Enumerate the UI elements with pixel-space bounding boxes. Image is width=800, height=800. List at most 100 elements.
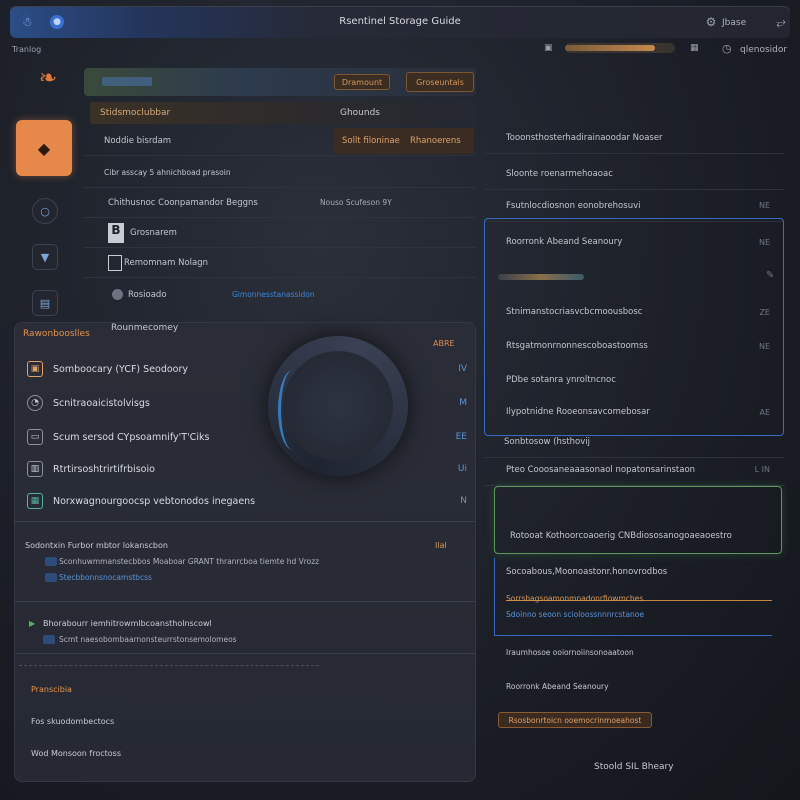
main-panel: Dramount Groseuntals Stidsmoclubbar Ghou… bbox=[84, 62, 476, 312]
page-icon bbox=[108, 255, 122, 271]
section-badge: Ilal bbox=[435, 541, 447, 550]
item-label: Scnitraoaicistolvisgs bbox=[53, 397, 150, 409]
divider bbox=[15, 521, 475, 522]
home-button[interactable]: ◆ bbox=[16, 120, 72, 176]
item-label: Rtsgatmonrnonnescoboastoomss bbox=[506, 341, 648, 351]
user-name[interactable]: Jbase bbox=[722, 18, 746, 28]
clock-icon[interactable]: ◷ bbox=[722, 42, 732, 55]
edit-icon[interactable]: ✎ bbox=[766, 270, 774, 281]
list-item[interactable]: Rotooat Kothoorcoaoerig CNBdiososanogoae… bbox=[488, 520, 788, 552]
item-label: Ilypotnidne Rooeonsavcomebosar bbox=[506, 407, 650, 417]
main-header: Dramount Groseuntals bbox=[84, 68, 476, 96]
folder-button-icon[interactable]: ▤ bbox=[32, 290, 58, 316]
row-extra: Nouso Scufeson 9Y bbox=[320, 198, 392, 207]
bird-icon: ◆ bbox=[37, 138, 51, 158]
list-item[interactable]: Sloonte roenarmehoaoac bbox=[484, 158, 784, 190]
check-icon: ▶ bbox=[29, 619, 36, 628]
share-icon[interactable]: ⥂ bbox=[774, 15, 788, 29]
row-label: Noddie bisrdam bbox=[104, 135, 172, 146]
list-item[interactable]: ▥ Rtrtirsoshtrirtifrbisoio Ui bbox=[27, 453, 467, 485]
profile-icon[interactable]: ○ bbox=[32, 198, 58, 224]
shield-icon[interactable]: ▼ bbox=[32, 244, 58, 270]
item-label: Roorronk Abeand Seanoury bbox=[506, 681, 609, 691]
left-rail: ❧ ◆ ○ ▼ ▤ bbox=[12, 62, 80, 322]
apply-button[interactable]: Rsosbonrtoicn ooemocrinmoeahost bbox=[498, 712, 652, 728]
avatar bbox=[112, 289, 123, 300]
divider bbox=[15, 653, 475, 654]
account-label[interactable]: qlenosidor bbox=[740, 45, 787, 55]
chip-icon: ▣ bbox=[27, 361, 43, 377]
tool-icon bbox=[498, 274, 584, 280]
ring-accent bbox=[278, 370, 308, 450]
table-header: Stidsmoclubbar Ghounds bbox=[90, 102, 476, 124]
section-title: Sodontxin Furbor mbtor lokanscbon bbox=[25, 541, 168, 550]
list-item[interactable]: Roorronk Abeand Seanoury bbox=[484, 670, 784, 702]
card-badge: ABRE bbox=[433, 339, 455, 348]
item-value: ZE bbox=[759, 307, 770, 317]
list-item[interactable]: Tooonsthosterhadirainaoodar Noaser bbox=[484, 122, 784, 154]
folder-icon[interactable]: ▣ bbox=[544, 43, 553, 53]
item-value: IV bbox=[458, 364, 467, 374]
list-item[interactable]: Stnimanstocriasvcbcmoousbosc ZE bbox=[484, 296, 784, 328]
list-item[interactable]: Pteo Cooosaneaaasonaol nopatonsarinstaon… bbox=[484, 454, 784, 486]
item-value: NE bbox=[758, 201, 770, 210]
menu-label[interactable]: Tranlog bbox=[12, 45, 41, 54]
table-row[interactable]: Rosioado Gimonnesstanassidon bbox=[84, 280, 476, 310]
list-item[interactable]: Iraumhosoe ooiornoiinsonoaatoon bbox=[484, 636, 784, 668]
item-value: NE bbox=[758, 341, 770, 351]
row-label: Chithusnoc Coonpamandor Beggns bbox=[108, 197, 258, 208]
info-icon bbox=[45, 573, 57, 582]
divider bbox=[15, 601, 475, 602]
item-label: Sloonte roenarmehoaoac bbox=[506, 168, 613, 179]
server-icon: ▥ bbox=[27, 461, 43, 477]
title-bar: ☃ ● Rsentinel Storage Guide ⚙ Jbase ⥂ bbox=[10, 6, 790, 38]
footer-line: Wod Monsoon froctoss bbox=[31, 749, 121, 758]
info-icon bbox=[43, 635, 55, 644]
footer-line: Fos skuodombectocs bbox=[31, 717, 115, 726]
network-icon: ▦ bbox=[27, 493, 43, 509]
list-item[interactable]: Roorronk Abeand Seanoury NE bbox=[484, 226, 784, 258]
item-value: L IN bbox=[754, 465, 770, 474]
right-panel: Tooonsthosterhadirainaoodar Noaser Sloon… bbox=[484, 122, 784, 784]
item-label: Rtrtirsoshtrirtifrbisoio bbox=[53, 463, 155, 475]
progress-bar bbox=[565, 43, 675, 53]
groseuntals-button[interactable]: Groseuntals bbox=[406, 72, 474, 92]
row-label: Grosnarem bbox=[130, 228, 177, 238]
item-label: Fsutnlocdiosnon eonobrehosuvi bbox=[506, 200, 641, 211]
item-label: Norxwagnourgoocsp vebtonodos inegaens bbox=[53, 495, 256, 507]
row-label: Remomnam Nolagn bbox=[124, 258, 209, 268]
row-link[interactable]: Gimonnesstanassidon bbox=[232, 290, 315, 299]
item-label: Roorronk Abeand Seanoury bbox=[506, 237, 623, 247]
list-item[interactable]: ▦ Norxwagnourgoocsp vebtonodos inegaens … bbox=[27, 485, 467, 517]
list-item[interactable]: Rtsgatmonrnonnescoboastoomss NE bbox=[484, 330, 784, 362]
gear-icon[interactable]: ⚙ bbox=[704, 15, 718, 29]
settings-card: Rawonbooslles Rounmecomey ABRE ▣ Sombooc… bbox=[14, 322, 476, 782]
item-value: Ui bbox=[457, 464, 467, 474]
table-row[interactable]: Cibr asscay 5 ahnichboad prasoin bbox=[84, 158, 476, 188]
card-heading: Rawonbooslles bbox=[23, 329, 90, 339]
gauge-icon: ◔ bbox=[27, 395, 43, 411]
item-label: Scum sersod CYpsoamnify'T'Ciks bbox=[53, 431, 210, 443]
info-icon bbox=[45, 557, 57, 566]
section-line: Sconhuwmmanstecbbos Moaboar GRANT thranr… bbox=[59, 557, 320, 566]
section-link[interactable]: Stecbbonnsnocamstbcss bbox=[59, 573, 152, 582]
item-label: Rotooat Kothoorcoaoerig CNBdiososanogoae… bbox=[510, 531, 732, 541]
list-item[interactable]: PDbe sotanra ynroltncnoc bbox=[484, 364, 784, 396]
section-title: Bhorabourr iemhitrowmlbcoanstholnscowl bbox=[43, 619, 212, 628]
col-header-left[interactable]: Stidsmoclubbar bbox=[100, 108, 170, 118]
table-row[interactable]: Noddie bisrdam Sollt filoninae Rhanoeren… bbox=[84, 126, 476, 156]
list-item[interactable]: Ilypotnidne Rooeonsavcomebosar AE bbox=[484, 396, 784, 428]
table-row[interactable]: Chithusnoc Coonpamandor Beggns Nouso Scu… bbox=[84, 188, 476, 218]
table-row[interactable]: Remomnam Nolagn bbox=[84, 248, 476, 278]
header-blur-block bbox=[102, 77, 152, 86]
table-row[interactable]: B Grosnarem bbox=[84, 218, 476, 248]
dramount-button[interactable]: Dramount bbox=[334, 74, 390, 90]
list-item[interactable]: Sdoinno seoon scioloossnnnrcstanoe bbox=[484, 598, 784, 630]
grid-icon[interactable]: ▦ bbox=[690, 43, 699, 53]
monitor-icon: ▭ bbox=[27, 429, 43, 445]
item-value: M bbox=[459, 398, 467, 408]
item-label: Stnimanstocriasvcbcmoousbosc bbox=[506, 307, 643, 317]
item-value: N bbox=[460, 496, 467, 506]
col-header-right[interactable]: Ghounds bbox=[340, 108, 380, 118]
window-title: Rsentinel Storage Guide bbox=[339, 16, 461, 27]
